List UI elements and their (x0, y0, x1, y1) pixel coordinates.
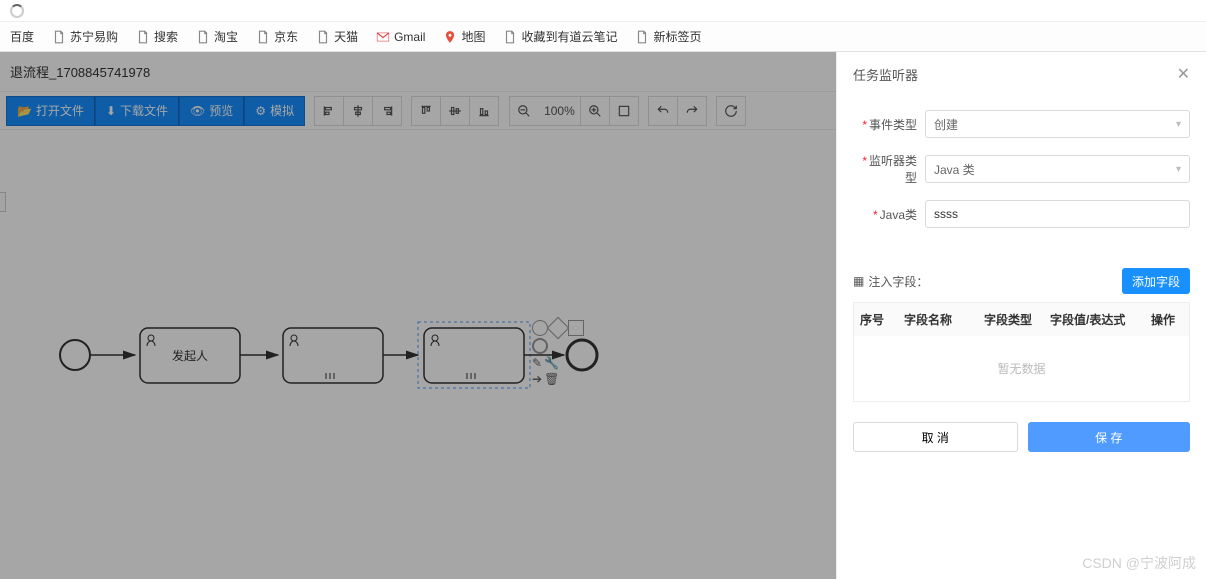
page-icon (256, 30, 270, 44)
event-type-value: 创建 (934, 116, 958, 133)
app-container: 退流程_1708845741978 📂 打开文件 ⬇ 下载文件 👁 预览 ⚙ 模… (0, 52, 1206, 579)
java-class-label: Java类 (880, 208, 917, 222)
gmail-icon (376, 30, 390, 44)
bookmark-label: 搜索 (154, 28, 178, 45)
listener-type-label: 监听器类型 (869, 154, 917, 185)
listener-type-select[interactable]: Java 类 ▾ (925, 155, 1190, 183)
event-type-select[interactable]: 创建 ▾ (925, 110, 1190, 138)
bookmark-label: 百度 (10, 28, 34, 45)
add-field-button[interactable]: 添加字段 (1122, 268, 1190, 294)
save-button[interactable]: 保 存 (1028, 422, 1191, 452)
bookmark-label: 收藏到有道云笔记 (521, 28, 617, 45)
table-empty-text: 暂无数据 (854, 336, 1189, 401)
col-name: 字段名称 (898, 303, 978, 336)
bookmark-map[interactable]: 地图 (443, 28, 485, 45)
bookmark-search[interactable]: 搜索 (136, 28, 178, 45)
col-action: 操作 (1145, 303, 1189, 336)
bookmarks-bar: 百度 苏宁易购 搜索 淘宝 京东 天猫 Gmail 地图 收藏到有道云笔记 新标… (0, 22, 1206, 52)
page-icon (196, 30, 210, 44)
maps-icon (443, 30, 457, 44)
col-value: 字段值/表达式 (1044, 303, 1145, 336)
loading-spinner-icon (10, 4, 24, 18)
bookmark-newtab[interactable]: 新标签页 (635, 28, 701, 45)
bookmark-label: 淘宝 (214, 28, 238, 45)
bookmark-label: 天猫 (334, 28, 358, 45)
page-icon (136, 30, 150, 44)
watermark: CSDN @宁波阿成 (1082, 553, 1196, 573)
bookmark-label: 苏宁易购 (70, 28, 118, 45)
bookmark-label: 新标签页 (653, 28, 701, 45)
bookmark-baidu[interactable]: 百度 (10, 28, 34, 45)
chevron-down-icon: ▾ (1176, 119, 1181, 130)
page-icon (316, 30, 330, 44)
panel-title: 任务监听器 (853, 65, 918, 84)
col-index: 序号 (854, 303, 898, 336)
address-bar (0, 0, 1206, 22)
task-listener-drawer: 任务监听器 ✕ *事件类型 创建 ▾ *监听器类型 Java 类 ▾ *Java… (836, 52, 1206, 579)
page-icon (635, 30, 649, 44)
bookmark-taobao[interactable]: 淘宝 (196, 28, 238, 45)
bookmark-label: 地图 (461, 28, 485, 45)
bookmark-label: Gmail (394, 30, 425, 44)
listener-type-value: Java 类 (934, 161, 975, 178)
bookmark-youdao[interactable]: 收藏到有道云笔记 (503, 28, 617, 45)
bookmark-suning[interactable]: 苏宁易购 (52, 28, 118, 45)
page-icon (52, 30, 66, 44)
page-icon (503, 30, 517, 44)
bookmark-jd[interactable]: 京东 (256, 28, 298, 45)
inject-fields-label: 注入字段： (868, 273, 928, 290)
bookmark-label: 京东 (274, 28, 298, 45)
fields-table: 序号 字段名称 字段类型 字段值/表达式 操作 暂无数据 (853, 302, 1190, 402)
bookmark-gmail[interactable]: Gmail (376, 30, 425, 44)
cancel-button[interactable]: 取 消 (853, 422, 1018, 452)
col-type: 字段类型 (978, 303, 1044, 336)
event-type-label: 事件类型 (869, 118, 917, 132)
grid-icon: ▦ (853, 274, 864, 288)
close-icon[interactable]: ✕ (1177, 64, 1190, 84)
java-class-input[interactable] (925, 200, 1190, 228)
bookmark-tmall[interactable]: 天猫 (316, 28, 358, 45)
chevron-down-icon: ▾ (1176, 164, 1181, 175)
